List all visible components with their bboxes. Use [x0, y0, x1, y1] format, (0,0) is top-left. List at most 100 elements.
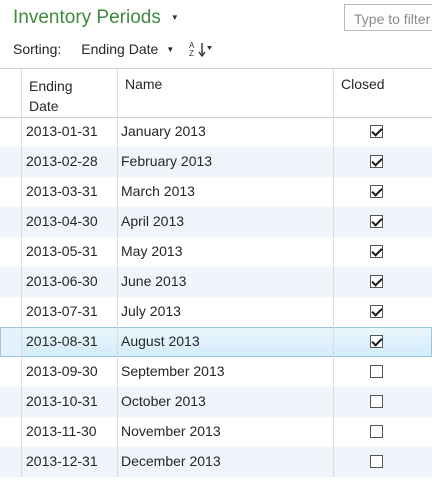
- closed-checkbox[interactable]: [370, 395, 383, 408]
- table-row[interactable]: 2013-02-28 February 2013: [0, 147, 432, 177]
- closed-checkbox[interactable]: [370, 185, 383, 198]
- row-selector[interactable]: [0, 417, 22, 447]
- ending-date-cell[interactable]: 2013-01-31: [22, 117, 118, 147]
- name-cell[interactable]: December 2013: [118, 447, 334, 477]
- row-selector[interactable]: [0, 327, 22, 357]
- svg-text:Z: Z: [189, 49, 194, 57]
- name-cell[interactable]: July 2013: [118, 297, 334, 327]
- ending-date-value: 2013-06-30: [26, 273, 98, 289]
- row-selector[interactable]: [0, 447, 22, 477]
- page-title-dropdown[interactable]: Inventory Periods ▼: [13, 7, 179, 29]
- ending-date-value: 2013-04-30: [26, 213, 98, 229]
- row-selector[interactable]: [0, 177, 22, 207]
- closed-cell: [334, 207, 432, 237]
- closed-cell: [334, 357, 432, 387]
- search-input[interactable]: Type to filter: [344, 4, 432, 31]
- table-row[interactable]: 2013-04-30 April 2013: [0, 207, 432, 237]
- table-row[interactable]: 2013-09-30 September 2013: [0, 357, 432, 387]
- ending-date-cell[interactable]: 2013-04-30: [22, 207, 118, 237]
- ending-date-value: 2013-09-30: [26, 363, 98, 379]
- closed-checkbox[interactable]: [370, 455, 383, 468]
- ending-date-cell[interactable]: 2013-09-30: [22, 357, 118, 387]
- table-row[interactable]: 2013-08-31 August 2013: [0, 327, 432, 357]
- ending-date-value: 2013-02-28: [26, 153, 98, 169]
- ending-date-cell[interactable]: 2013-05-31: [22, 237, 118, 267]
- row-selector[interactable]: [0, 147, 22, 177]
- name-value: December 2013: [121, 453, 221, 469]
- closed-checkbox[interactable]: [370, 305, 383, 318]
- column-header-label: Name: [125, 76, 163, 92]
- table-row[interactable]: 2013-12-31 December 2013: [0, 447, 432, 477]
- name-cell[interactable]: June 2013: [118, 267, 334, 297]
- row-selector[interactable]: [0, 267, 22, 297]
- closed-checkbox[interactable]: [370, 275, 383, 288]
- ending-date-cell[interactable]: 2013-03-31: [22, 177, 118, 207]
- name-cell[interactable]: January 2013: [118, 117, 334, 147]
- closed-checkbox[interactable]: [370, 335, 383, 348]
- closed-checkbox[interactable]: [370, 155, 383, 168]
- name-value: October 2013: [121, 393, 206, 409]
- closed-cell: [334, 237, 432, 267]
- ending-date-cell[interactable]: 2013-12-31: [22, 447, 118, 477]
- closed-checkbox[interactable]: [370, 425, 383, 438]
- row-selector[interactable]: [0, 237, 22, 267]
- table-row[interactable]: 2013-07-31 July 2013: [0, 297, 432, 327]
- ending-date-cell[interactable]: 2013-02-28: [22, 147, 118, 177]
- column-header-name[interactable]: Name: [118, 69, 334, 117]
- closed-cell: [334, 387, 432, 417]
- row-selector[interactable]: [0, 357, 22, 387]
- chevron-down-icon: ▼: [170, 12, 179, 22]
- closed-checkbox[interactable]: [370, 365, 383, 378]
- sort-field-dropdown[interactable]: Ending Date ▼: [81, 41, 174, 57]
- name-value: January 2013: [121, 123, 206, 139]
- grid-header: Ending Date Name Closed: [0, 69, 432, 118]
- column-header-label: Closed: [341, 76, 385, 92]
- column-header-closed[interactable]: Closed: [334, 69, 432, 117]
- closed-cell: [334, 297, 432, 327]
- closed-cell: [334, 417, 432, 447]
- closed-checkbox[interactable]: [370, 125, 383, 138]
- name-cell[interactable]: February 2013: [118, 147, 334, 177]
- sort-label: Sorting:: [13, 41, 62, 57]
- closed-checkbox[interactable]: [370, 245, 383, 258]
- name-cell[interactable]: April 2013: [118, 207, 334, 237]
- sort-direction-button[interactable]: A Z: [189, 41, 213, 57]
- ending-date-cell[interactable]: 2013-08-31: [22, 327, 118, 357]
- closed-checkbox[interactable]: [370, 215, 383, 228]
- name-cell[interactable]: August 2013: [118, 327, 334, 357]
- ending-date-value: 2013-01-31: [26, 123, 98, 139]
- name-cell[interactable]: March 2013: [118, 177, 334, 207]
- row-selector[interactable]: [0, 297, 22, 327]
- column-header-ending-date[interactable]: Ending Date: [22, 69, 118, 117]
- table-row[interactable]: 2013-01-31 January 2013: [0, 117, 432, 147]
- ending-date-cell[interactable]: 2013-07-31: [22, 297, 118, 327]
- table-row[interactable]: 2013-06-30 June 2013: [0, 267, 432, 297]
- name-cell[interactable]: September 2013: [118, 357, 334, 387]
- name-value: August 2013: [121, 333, 200, 349]
- table-row[interactable]: 2013-03-31 March 2013: [0, 177, 432, 207]
- row-selector[interactable]: [0, 387, 22, 417]
- ending-date-cell[interactable]: 2013-10-31: [22, 387, 118, 417]
- table-row[interactable]: 2013-10-31 October 2013: [0, 387, 432, 417]
- closed-cell: [334, 177, 432, 207]
- closed-cell: [334, 447, 432, 477]
- chevron-down-icon: ▼: [166, 44, 175, 54]
- sort-bar: Sorting: Ending Date ▼ A Z: [13, 41, 213, 57]
- name-cell[interactable]: October 2013: [118, 387, 334, 417]
- name-cell[interactable]: November 2013: [118, 417, 334, 447]
- column-header-label: Ending Date: [29, 78, 73, 114]
- name-value: July 2013: [121, 303, 181, 319]
- sort-field-value: Ending Date: [81, 41, 159, 57]
- ending-date-cell[interactable]: 2013-06-30: [22, 267, 118, 297]
- ending-date-value: 2013-03-31: [26, 183, 98, 199]
- table-row[interactable]: 2013-05-31 May 2013: [0, 237, 432, 267]
- closed-cell: [334, 327, 432, 357]
- ending-date-cell[interactable]: 2013-11-30: [22, 417, 118, 447]
- table-row[interactable]: 2013-11-30 November 2013: [0, 417, 432, 447]
- name-value: February 2013: [121, 153, 213, 169]
- row-selector-header[interactable]: [0, 69, 22, 117]
- row-selector[interactable]: [0, 117, 22, 147]
- ending-date-value: 2013-05-31: [26, 243, 98, 259]
- row-selector[interactable]: [0, 207, 22, 237]
- name-cell[interactable]: May 2013: [118, 237, 334, 267]
